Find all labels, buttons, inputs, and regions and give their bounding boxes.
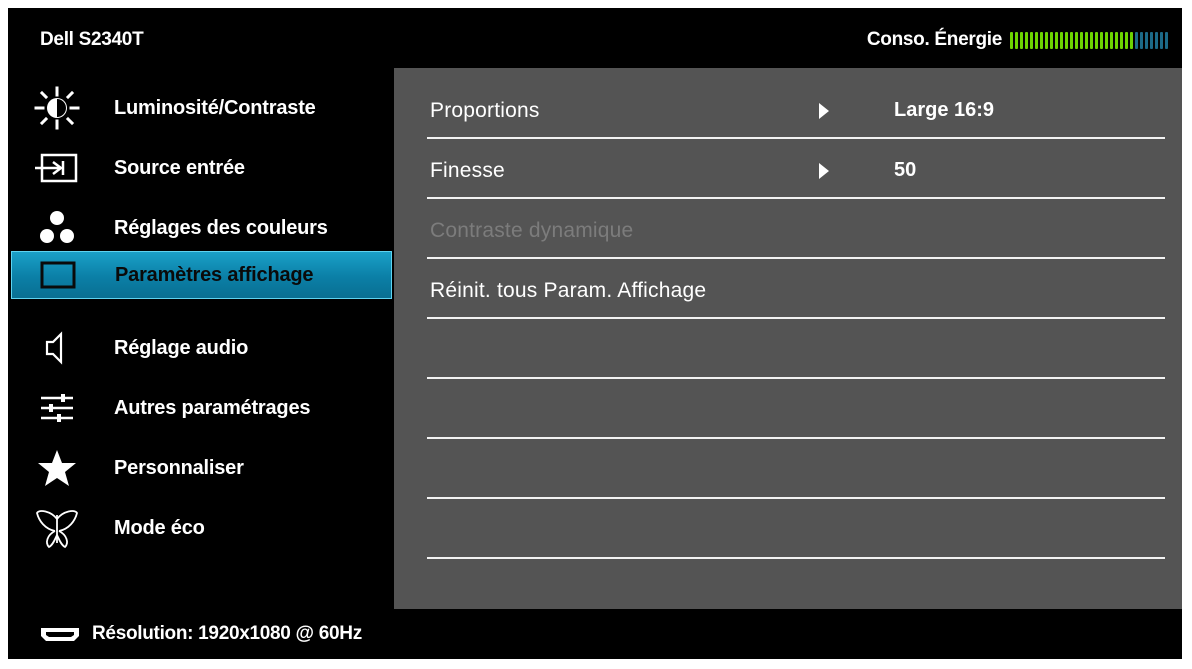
menu-item-eco-mode[interactable]: Mode éco <box>8 498 394 558</box>
setting-label: Proportions <box>430 99 540 122</box>
menu-item-label: Source entrée <box>114 156 245 179</box>
energy-segment <box>1140 31 1143 49</box>
energy-level-bar <box>1010 31 1168 49</box>
setting-label: Contraste dynamique <box>430 219 634 242</box>
hdmi-connector-icon <box>38 623 82 645</box>
energy-segment <box>1080 31 1083 49</box>
menu-item-input-source[interactable]: Source entrée <box>8 138 394 198</box>
energy-segment <box>1105 31 1108 49</box>
energy-segment <box>1125 31 1128 49</box>
setting-row-reset-display[interactable]: Réinit. tous Param. Affichage <box>427 259 1165 319</box>
osd-menu-sidebar: Luminosité/Contraste Source entrée Régla… <box>8 68 394 609</box>
setting-row-empty <box>427 379 1165 439</box>
energy-segment <box>1065 31 1068 49</box>
energy-segment <box>1045 31 1048 49</box>
energy-meter: Conso. Énergie <box>867 29 1168 51</box>
energy-segment <box>1160 31 1163 49</box>
menu-item-audio[interactable]: Réglage audio <box>8 318 394 378</box>
setting-label: Réinit. tous Param. Affichage <box>430 279 707 302</box>
setting-row-empty <box>427 499 1165 559</box>
setting-row-proportions[interactable]: Proportions Large 16:9 <box>427 79 1165 139</box>
sliders-icon <box>28 386 86 430</box>
energy-segment <box>1060 31 1063 49</box>
energy-segment <box>1015 31 1018 49</box>
energy-segment <box>1075 31 1078 49</box>
menu-item-label: Personnaliser <box>114 456 244 479</box>
energy-segment <box>1055 31 1058 49</box>
setting-value: 50 <box>894 159 917 181</box>
monitor-osd: Dell S2340T Conso. Énergie Luminosité/Co… <box>8 8 1182 659</box>
menu-item-display-settings[interactable]: Paramètres affichage <box>11 251 392 299</box>
energy-label: Conso. Énergie <box>866 29 1002 50</box>
menu-item-label: Luminosité/Contraste <box>114 96 316 119</box>
menu-item-label: Paramètres affichage <box>115 263 314 286</box>
menu-item-brightness-contrast[interactable]: Luminosité/Contraste <box>8 78 394 138</box>
setting-label: Finesse <box>430 159 505 182</box>
energy-segment <box>1165 31 1168 49</box>
energy-segment <box>1115 31 1118 49</box>
energy-segment <box>1070 31 1073 49</box>
menu-item-label: Réglages des couleurs <box>114 216 328 239</box>
energy-segment <box>1030 31 1033 49</box>
butterfly-icon <box>28 506 86 550</box>
setting-row-empty <box>427 439 1165 499</box>
setting-row-empty <box>427 319 1165 379</box>
resolution-status: Résolution: 1920x1080 @ 60Hz <box>92 623 362 644</box>
energy-segment <box>1050 31 1053 49</box>
menu-item-color-settings[interactable]: Réglages des couleurs <box>8 198 394 258</box>
color-dots-icon <box>28 206 86 250</box>
speaker-icon <box>28 326 86 370</box>
energy-segment <box>1155 31 1158 49</box>
display-settings-panel: Proportions Large 16:9 Finesse 50 Contra… <box>394 68 1182 609</box>
energy-segment <box>1120 31 1123 49</box>
submenu-arrow-icon <box>819 163 829 179</box>
energy-segment <box>1020 31 1023 49</box>
energy-segment <box>1130 31 1133 49</box>
star-icon <box>28 446 86 490</box>
energy-segment <box>1100 31 1103 49</box>
energy-segment <box>1090 31 1093 49</box>
menu-item-label: Autres paramétrages <box>114 396 311 419</box>
energy-segment <box>1035 31 1038 49</box>
energy-segment <box>1110 31 1113 49</box>
setting-row-sharpness[interactable]: Finesse 50 <box>427 139 1165 199</box>
energy-segment <box>1040 31 1043 49</box>
monitor-model: Dell S2340T <box>40 29 144 50</box>
submenu-arrow-icon <box>819 103 829 119</box>
menu-item-other-settings[interactable]: Autres paramétrages <box>8 378 394 438</box>
brightness-icon <box>28 86 86 130</box>
input-source-icon <box>28 146 86 190</box>
menu-item-label: Mode éco <box>114 516 205 539</box>
energy-segment <box>1085 31 1088 49</box>
setting-row-dynamic-contrast: Contraste dynamique <box>427 199 1165 259</box>
energy-segment <box>1135 31 1138 49</box>
setting-value: Large 16:9 <box>894 99 995 121</box>
osd-header: Dell S2340T Conso. Énergie <box>8 8 1182 68</box>
menu-item-label: Réglage audio <box>114 336 249 359</box>
energy-segment <box>1095 31 1098 49</box>
energy-segment <box>1010 31 1013 49</box>
osd-footer: Résolution: 1920x1080 @ 60Hz <box>8 609 1182 659</box>
display-rectangle-icon <box>29 253 87 297</box>
energy-segment <box>1150 31 1153 49</box>
energy-segment <box>1145 31 1148 49</box>
menu-item-personalize[interactable]: Personnaliser <box>8 438 394 498</box>
energy-segment <box>1025 31 1028 49</box>
